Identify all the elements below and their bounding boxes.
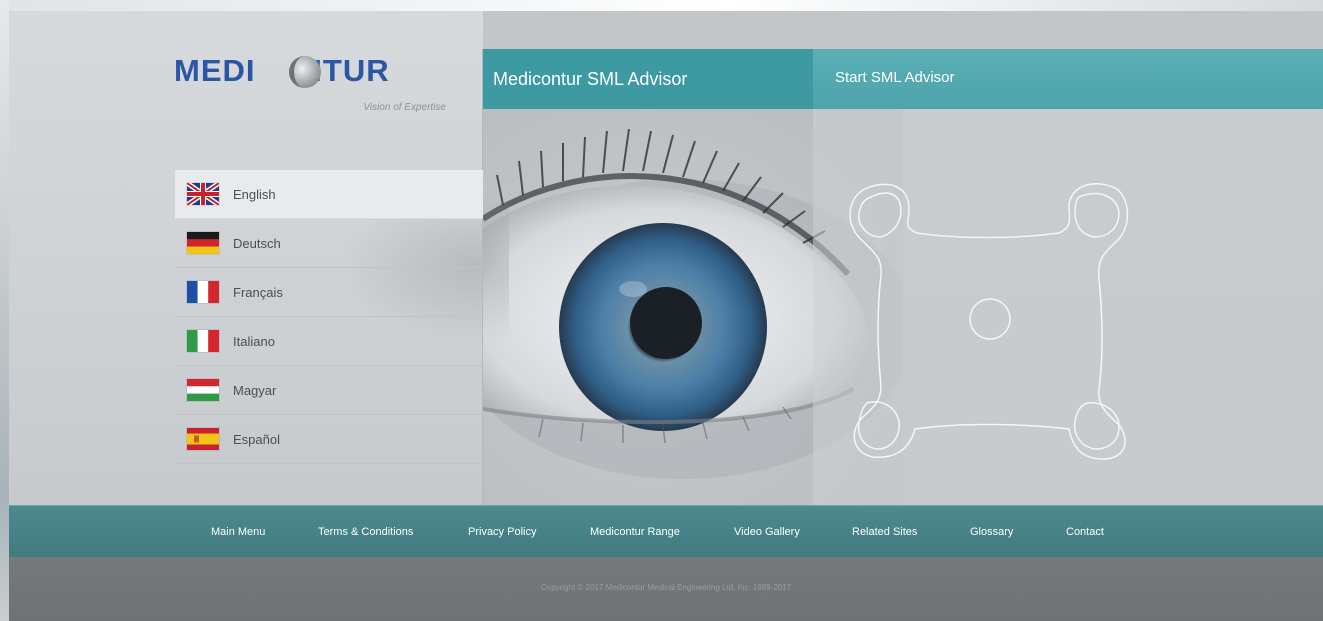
language-label: Español [233, 431, 280, 447]
header-bar: Medicontur SML Advisor Start SML Advisor [483, 49, 1323, 109]
language-item-espanol[interactable]: Español [175, 415, 483, 464]
germany-flag-icon [187, 232, 219, 254]
footer-link-contact[interactable]: Contact [1066, 506, 1104, 558]
footer-bottom: Copyright © 2017 Medicontur Medical Engi… [9, 557, 1323, 621]
logo-eye-icon [289, 56, 321, 88]
language-item-magyar[interactable]: Magyar [175, 366, 483, 415]
footer-link-glossary[interactable]: Glossary [970, 506, 1013, 558]
footer-link-medicontur-range[interactable]: Medicontur Range [590, 506, 680, 558]
language-label: Deutsch [233, 235, 281, 251]
language-item-english[interactable]: English [175, 170, 483, 219]
logo-tagline: Vision of Expertise [363, 102, 446, 113]
logo-text-left: MEDI [174, 53, 256, 88]
top-strip [0, 0, 1323, 11]
language-item-francais[interactable]: Français [175, 268, 483, 317]
language-item-deutsch[interactable]: Deutsch [175, 219, 483, 268]
footer-link-related-sites[interactable]: Related Sites [852, 506, 917, 558]
language-label: Magyar [233, 382, 277, 398]
hungary-flag-icon [187, 379, 219, 401]
footer-link-privacy[interactable]: Privacy Policy [468, 506, 536, 558]
language-item-italiano[interactable]: Italiano [175, 317, 483, 366]
uk-flag-icon [187, 183, 219, 205]
logo-wordmark: MEDI NTUR [174, 53, 390, 89]
language-label: Français [233, 284, 283, 300]
footer-link-terms[interactable]: Terms & Conditions [318, 506, 413, 558]
language-label: English [233, 186, 276, 202]
page-frame: MEDI NTUR Vision of Expertise Medicontur… [9, 11, 1323, 621]
language-label: Italiano [233, 333, 275, 349]
left-edge [0, 0, 9, 621]
italy-flag-icon [187, 330, 219, 352]
start-advisor-button[interactable]: Start SML Advisor [813, 49, 1323, 109]
footer-nav: Main Menu Terms & Conditions Privacy Pol… [9, 505, 1323, 558]
intraocular-lens-outline [849, 183, 1129, 460]
spain-flag-icon [187, 428, 219, 450]
language-list: English Deutsch Français Italiano Magyar… [175, 170, 483, 464]
france-flag-icon [187, 281, 219, 303]
footer-link-main-menu[interactable]: Main Menu [211, 506, 265, 558]
medicontur-logo[interactable]: MEDI NTUR Vision of Expertise [174, 53, 446, 113]
footer-link-video-gallery[interactable]: Video Gallery [734, 506, 800, 558]
copyright-text: Copyright © 2017 Medicontur Medical Engi… [540, 583, 792, 592]
advisor-title: Medicontur SML Advisor [483, 49, 813, 109]
